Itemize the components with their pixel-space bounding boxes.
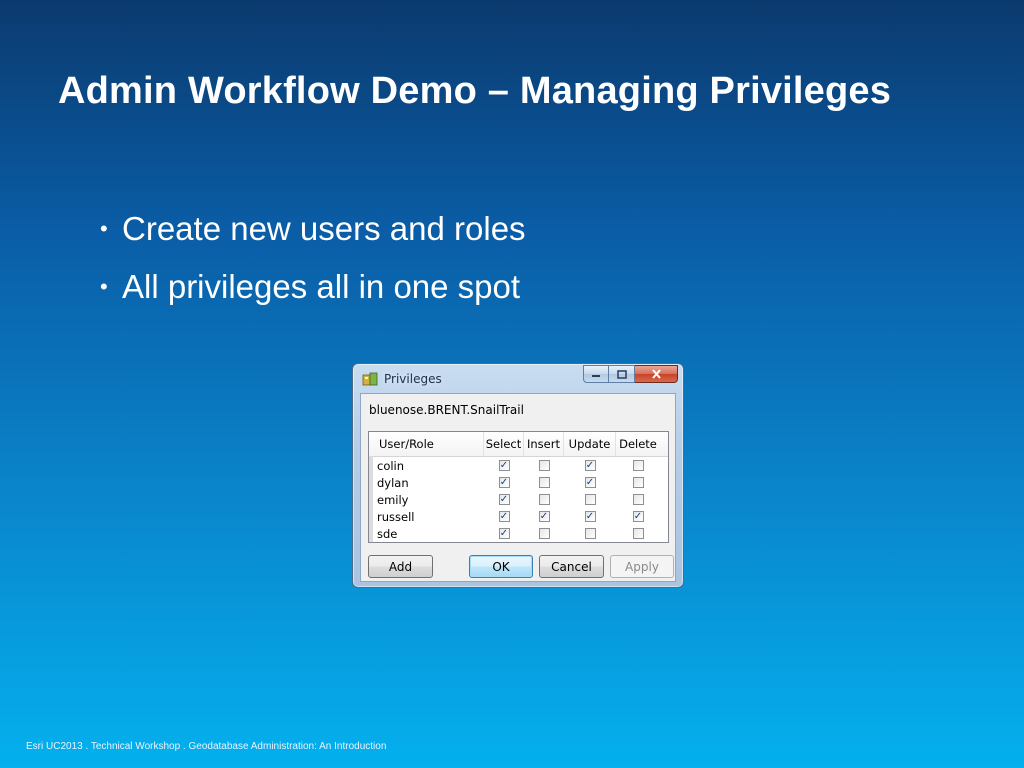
slide-title: Admin Workflow Demo – Managing Privilege… (58, 70, 892, 112)
select-checkbox[interactable]: ✓ (498, 494, 510, 505)
table-row[interactable]: colin ✓ ✓ (369, 457, 668, 474)
insert-checkbox[interactable]: ✓ (538, 511, 550, 522)
insert-cell: ✓ (524, 508, 564, 525)
minimize-icon (592, 375, 600, 377)
column-header-insert[interactable]: Insert (524, 432, 564, 456)
maximize-icon (616, 369, 627, 379)
update-checkbox[interactable]: ✓ (584, 511, 596, 522)
select-cell: ✓ (484, 457, 524, 474)
user-role-cell: dylan (377, 475, 409, 490)
update-checkbox[interactable] (584, 528, 596, 539)
insert-checkbox[interactable] (538, 460, 550, 471)
add-button[interactable]: Add (368, 555, 433, 578)
delete-checkbox[interactable] (632, 494, 644, 505)
insert-cell (524, 474, 564, 491)
update-cell (564, 491, 616, 508)
column-header-user-role[interactable]: User/Role (369, 432, 484, 456)
bullet-dot-icon: • (100, 274, 108, 299)
table-row[interactable]: dylan ✓ ✓ (369, 474, 668, 491)
column-header-delete[interactable]: Delete (616, 432, 660, 456)
user-role-cell: colin (377, 458, 405, 473)
insert-cell (524, 525, 564, 542)
caption-buttons (583, 365, 678, 383)
insert-cell (524, 457, 564, 474)
select-checkbox[interactable]: ✓ (498, 460, 510, 471)
update-cell: ✓ (564, 508, 616, 525)
delete-checkbox[interactable]: ✓ (632, 511, 644, 522)
delete-checkbox[interactable] (632, 477, 644, 488)
update-checkbox[interactable]: ✓ (584, 460, 596, 471)
object-name-label: bluenose.BRENT.SnailTrail (369, 403, 524, 417)
select-cell: ✓ (484, 474, 524, 491)
close-button[interactable] (635, 365, 678, 383)
user-role-cell: russell (377, 509, 415, 524)
update-cell: ✓ (564, 474, 616, 491)
column-header-update[interactable]: Update (564, 432, 616, 456)
grid-header: User/Role Select Insert Update Delete (369, 432, 668, 457)
delete-cell (616, 491, 660, 508)
delete-checkbox[interactable] (632, 528, 644, 539)
minimize-button[interactable] (583, 365, 609, 383)
insert-checkbox[interactable] (538, 528, 550, 539)
insert-cell (524, 491, 564, 508)
delete-cell (616, 474, 660, 491)
table-row[interactable]: sde ✓ (369, 525, 668, 542)
select-checkbox[interactable]: ✓ (498, 511, 510, 522)
update-cell: ✓ (564, 457, 616, 474)
slide-footer: Esri UC2013 . Technical Workshop . Geoda… (26, 741, 387, 752)
select-checkbox[interactable]: ✓ (498, 528, 510, 539)
row-selector-column (369, 456, 373, 542)
delete-checkbox[interactable] (632, 460, 644, 471)
select-cell: ✓ (484, 508, 524, 525)
grid-body: colin ✓ ✓ dylan ✓ ✓ emily ✓ russell ✓ ✓ ✓ ✓ sde ✓ (369, 457, 668, 542)
bullet-list: • Create new users and roles • All privi… (100, 206, 526, 322)
column-header-select[interactable]: Select (484, 432, 524, 456)
dialog-client-area: bluenose.BRENT.SnailTrail User/Role Sele… (360, 393, 676, 582)
close-icon (651, 369, 661, 379)
database-privileges-icon (362, 372, 378, 386)
dialog-titlebar[interactable]: Privileges (353, 364, 683, 392)
dialog-title: Privileges (384, 372, 442, 386)
select-checkbox[interactable]: ✓ (498, 477, 510, 488)
privileges-dialog: Privileges bluenose.BRENT.SnailTrail Use… (352, 363, 684, 588)
update-checkbox[interactable] (584, 494, 596, 505)
bullet-text: Create new users and roles (122, 210, 526, 247)
insert-checkbox[interactable] (538, 477, 550, 488)
insert-checkbox[interactable] (538, 494, 550, 505)
update-cell (564, 525, 616, 542)
delete-cell (616, 525, 660, 542)
privileges-grid[interactable]: User/Role Select Insert Update Delete co… (368, 431, 669, 543)
update-checkbox[interactable]: ✓ (584, 477, 596, 488)
cancel-button[interactable]: Cancel (539, 555, 604, 578)
bullet-item: • Create new users and roles (100, 206, 526, 264)
bullet-text: All privileges all in one spot (122, 268, 521, 305)
table-row[interactable]: russell ✓ ✓ ✓ ✓ (369, 508, 668, 525)
delete-cell: ✓ (616, 508, 660, 525)
ok-button[interactable]: OK (469, 555, 533, 578)
bullet-item: • All privileges all in one spot (100, 264, 526, 322)
maximize-button[interactable] (609, 365, 635, 383)
user-role-cell: emily (377, 492, 409, 507)
delete-cell (616, 457, 660, 474)
apply-button: Apply (610, 555, 674, 578)
table-row[interactable]: emily ✓ (369, 491, 668, 508)
select-cell: ✓ (484, 491, 524, 508)
select-cell: ✓ (484, 525, 524, 542)
bullet-dot-icon: • (100, 216, 108, 241)
user-role-cell: sde (377, 526, 398, 541)
